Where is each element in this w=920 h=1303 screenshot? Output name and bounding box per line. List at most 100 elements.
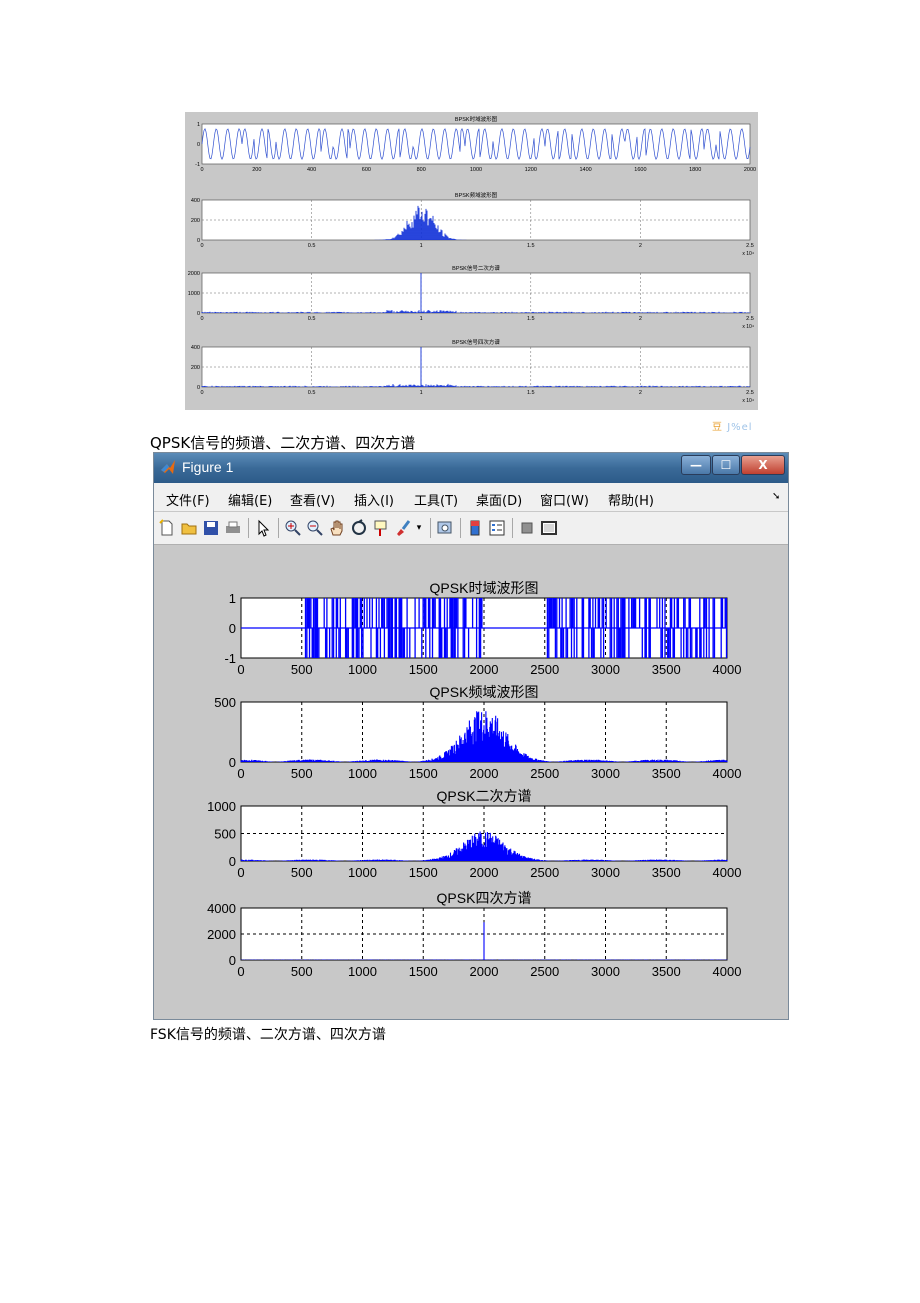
chart-title: QPSK时域波形图 [430, 580, 539, 596]
pointer-icon[interactable] [254, 519, 272, 537]
bpsk-x-tick-label: 600 [362, 167, 371, 173]
bpsk-x-tick-label: 2.5 [746, 243, 754, 249]
x-tick-label: 4000 [713, 865, 742, 880]
menu-help[interactable]: 帮助(H) [608, 490, 654, 509]
rotate-3d-icon[interactable] [350, 519, 368, 537]
x-tick-label: 1000 [348, 662, 377, 677]
bpsk-x-tick-label: 2 [639, 316, 642, 322]
bpsk-x-tick-label: 0 [200, 243, 203, 249]
bpsk-x-tick-label: 1 [420, 390, 423, 396]
bpsk-y-tick-label: 200 [191, 218, 200, 224]
bpsk-x-tick-label: 1.5 [527, 316, 535, 322]
x-tick-label: 1000 [348, 964, 377, 979]
bpsk-y-tick-label: 200 [191, 365, 200, 371]
brush-icon[interactable] [394, 519, 412, 537]
bpsk-y-tick-label: 2000 [188, 271, 200, 277]
x-tick-label: 500 [291, 766, 313, 781]
menu-insert[interactable]: 插入(I) [354, 490, 394, 509]
x-tick-label: 3500 [652, 865, 681, 880]
maximize-button[interactable]: ☐ [712, 455, 740, 475]
x-tick-label: 500 [291, 662, 313, 677]
close-button[interactable]: X [741, 455, 785, 475]
colorbar-icon[interactable] [466, 519, 484, 537]
bpsk-x-tick-label: 800 [417, 167, 426, 173]
bpsk-axis-multiplier: x 10⁴ [742, 324, 754, 330]
bpsk-chart-title: BPSK时域波形图 [455, 115, 498, 123]
y-tick-label: 4000 [207, 901, 236, 916]
toolbar-separator [248, 518, 249, 538]
menu-tools[interactable]: 工具(T) [414, 490, 458, 509]
toolbar-separator [278, 518, 279, 538]
hide-plot-tools-icon[interactable] [518, 519, 536, 537]
menu-view[interactable]: 查看(V) [290, 490, 335, 509]
x-tick-label: 0 [237, 865, 244, 880]
bpsk-x-tick-label: 1000 [470, 167, 482, 173]
link-plot-icon[interactable] [436, 519, 454, 537]
y-tick-label: 0 [229, 953, 236, 968]
menu-file[interactable]: 文件(F) [166, 490, 210, 509]
y-tick-label: 500 [214, 827, 236, 842]
y-tick-label: 2000 [207, 927, 236, 942]
x-tick-label: 2000 [470, 964, 499, 979]
toolbar-separator [512, 518, 513, 538]
y-tick-label: 1000 [207, 799, 236, 814]
x-tick-label: 4000 [713, 662, 742, 677]
y-tick-label: -1 [224, 651, 236, 666]
chart-title: QPSK频域波形图 [430, 684, 539, 700]
bpsk-y-tick-label: -1 [195, 162, 200, 168]
menu-edit[interactable]: 编辑(E) [228, 490, 272, 509]
data-cursor-icon[interactable] [372, 519, 390, 537]
x-tick-label: 1000 [348, 766, 377, 781]
bpsk-x-tick-label: 1600 [634, 167, 646, 173]
show-plot-tools-icon[interactable] [540, 519, 558, 537]
x-tick-label: 2000 [470, 865, 499, 880]
bpsk-x-tick-label: 2000 [744, 167, 756, 173]
x-tick-label: 0 [237, 662, 244, 677]
bpsk-x-tick-label: 2.5 [746, 390, 754, 396]
x-tick-label: 500 [291, 865, 313, 880]
chart-title: QPSK四次方谱 [437, 890, 532, 906]
y-tick-label: 500 [214, 695, 236, 710]
bpsk-y-tick-label: 1 [197, 122, 200, 128]
bpsk-x-tick-label: 2.5 [746, 316, 754, 322]
bpsk-y-tick-label: 400 [191, 345, 200, 351]
legend-icon[interactable] [488, 519, 506, 537]
save-icon[interactable] [202, 519, 220, 537]
open-folder-icon[interactable] [180, 519, 198, 537]
bpsk-y-tick-label: 0 [197, 311, 200, 317]
title-bar[interactable]: Figure 1 — ☐ X [154, 453, 788, 483]
figure-window: Figure 1 — ☐ X 文件(F) 编辑(E) 查看(V) 插入(I) 工… [153, 452, 789, 1020]
x-tick-label: 1500 [409, 865, 438, 880]
zoom-in-icon[interactable] [284, 519, 302, 537]
minimize-button[interactable]: — [681, 455, 711, 475]
brush-dropdown-icon[interactable]: ▾ [414, 519, 424, 537]
caption-qpsk: QPSK信号的频谱、二次方谱、四次方谱 [150, 434, 416, 452]
watermark-part1: 豆 [712, 422, 723, 433]
menu-desktop[interactable]: 桌面(D) [476, 490, 522, 509]
x-tick-label: 0 [237, 766, 244, 781]
bpsk-x-tick-label: 0 [200, 167, 203, 173]
menu-window[interactable]: 窗口(W) [540, 490, 589, 509]
bpsk-x-tick-label: 1 [420, 316, 423, 322]
plot-area: 0 500 1000 1500 2000 2500 3000 3500 4000 1 0 -1 QPSK… [154, 545, 788, 1019]
bpsk-x-tick-label: 1.5 [527, 390, 535, 396]
x-tick-label: 2000 [470, 766, 499, 781]
toolbar: ▾ [154, 512, 788, 545]
caption-fsk: FSK信号的频谱、二次方谱、四次方谱 [150, 1027, 386, 1043]
bpsk-figure-canvas: 0 200 400 600 800 1000 1200 1400 1600 1800 200010-… [188, 115, 756, 404]
new-file-icon[interactable] [158, 519, 176, 537]
bpsk-x-tick-label: 1 [420, 243, 423, 249]
bpsk-x-tick-label: 0 [200, 316, 203, 322]
dock-arrow-icon[interactable]: ➘ [772, 491, 780, 502]
bpsk-x-tick-label: 2 [639, 243, 642, 249]
pan-hand-icon[interactable] [328, 519, 346, 537]
y-tick-label: 0 [229, 755, 236, 770]
bpsk-x-tick-label: 400 [307, 167, 316, 173]
bpsk-x-tick-label: 0 [200, 390, 203, 396]
bpsk-x-tick-label: 1400 [579, 167, 591, 173]
print-icon[interactable] [224, 519, 242, 537]
zoom-out-icon[interactable] [306, 519, 324, 537]
x-tick-label: 3500 [652, 964, 681, 979]
watermark-part2: J%el [727, 422, 753, 433]
window-title: Figure 1 [182, 459, 234, 475]
